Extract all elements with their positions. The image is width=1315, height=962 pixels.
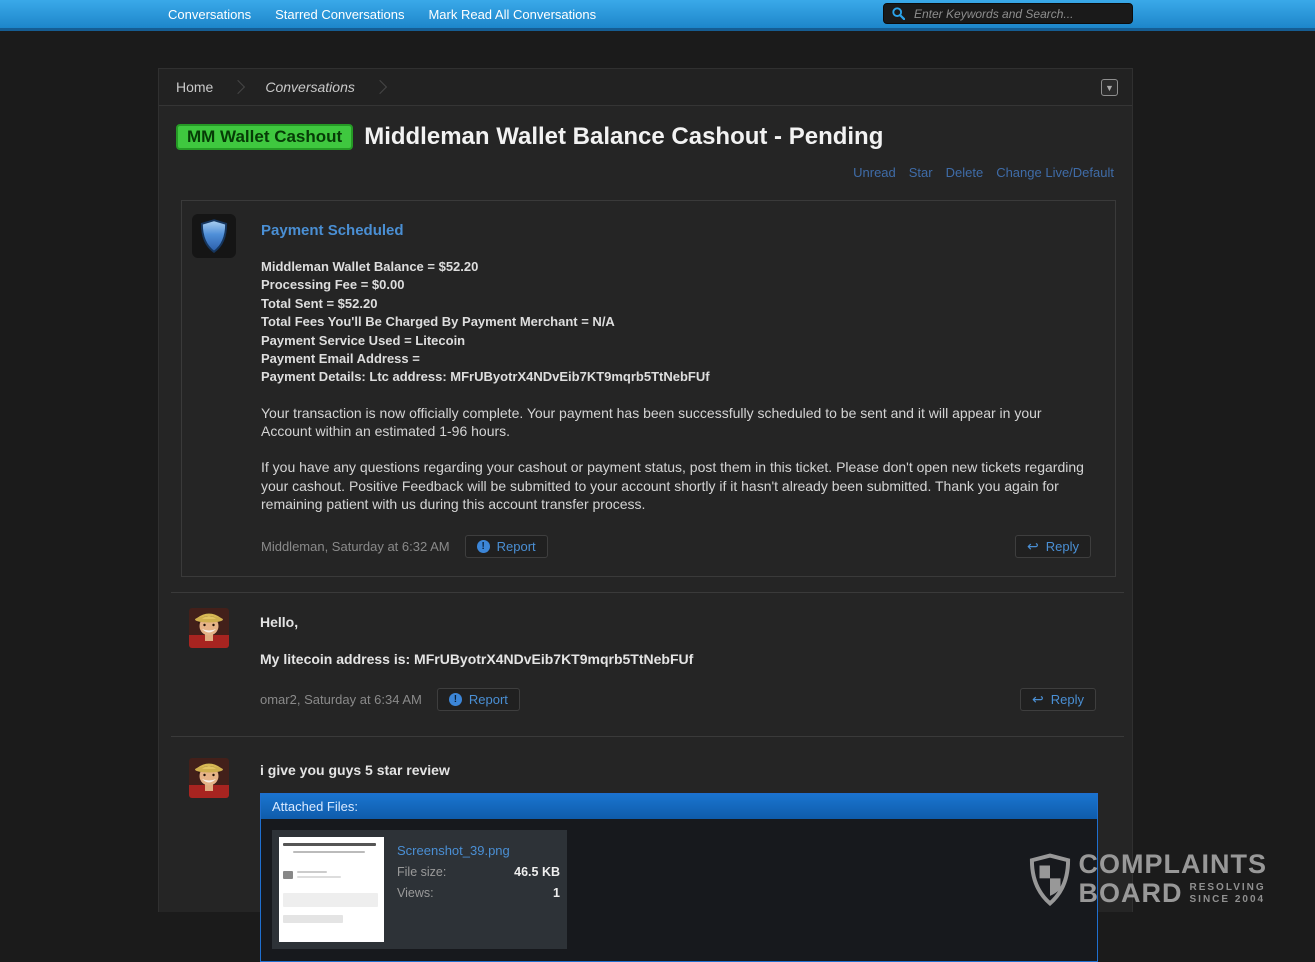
message-footer: Middleman, Saturday at 6:32 AM ! Report … [261,535,1093,558]
message-meta: omar2, Saturday at 6:34 AM [260,692,422,707]
report-info-icon: ! [449,693,462,706]
payment-details: Middleman Wallet Balance = $52.20 Proces… [261,258,1093,387]
shield-icon [199,219,229,253]
message-paragraph: Your transaction is now officially compl… [261,404,1093,441]
action-unread[interactable]: Unread [853,165,896,180]
report-info-icon: ! [477,540,490,553]
action-delete[interactable]: Delete [946,165,984,180]
avatar-omar2[interactable] [189,758,229,798]
avatar-omar2[interactable] [189,608,229,648]
search-input[interactable] [912,6,1124,22]
thread-title-row: MM Wallet Cashout Middleman Wallet Balan… [176,123,1132,151]
chevron-right-icon [373,80,387,94]
reply-button[interactable]: ↩ Reply [1015,535,1091,558]
action-star[interactable]: Star [909,165,933,180]
avatar-middleman[interactable] [192,214,236,258]
reply-arrow-icon: ↩ [1027,539,1039,553]
nav-item-mark-read-all[interactable]: Mark Read All Conversations [428,7,596,22]
payment-line: Total Sent = $52.20 [261,295,1093,313]
top-nav-bar: Conversations Starred Conversations Mark… [0,0,1315,31]
nav-item-conversations[interactable]: Conversations [168,7,251,22]
attachment-thumbnail[interactable] [279,837,384,942]
filesize-label: File size: [397,865,446,879]
attachment-filesize-row: File size: 46.5 KB [397,865,560,879]
message-meta: Middleman, Saturday at 6:32 AM [261,539,450,554]
message-footer: omar2, Saturday at 6:34 AM ! Report ↩ Re… [260,688,1098,711]
report-button[interactable]: ! Report [465,535,548,558]
anime-avatar-icon [189,608,229,648]
report-label: Report [469,692,508,707]
message-body: i give you guys 5 star review Attached F… [260,758,1098,962]
thread-actions: Unread Star Delete Change Live/Default [159,165,1114,180]
report-label: Report [497,539,536,554]
message-line: i give you guys 5 star review [260,762,1098,778]
attached-files-header: Attached Files: [261,794,1097,819]
message-body: Hello, My litecoin address is: MFrUByotr… [260,608,1098,721]
breadcrumb-home[interactable]: Home [176,79,213,95]
attachment-details: Screenshot_39.png File size: 46.5 KB Vie… [397,837,560,942]
attached-files-body: Screenshot_39.png File size: 46.5 KB Vie… [261,819,1097,961]
report-button[interactable]: ! Report [437,688,520,711]
thread-prefix-badge[interactable]: MM Wallet Cashout [176,124,353,150]
message-line: Hello, [260,614,1098,630]
payment-line: Processing Fee = $0.00 [261,276,1093,294]
payment-line: Payment Service Used = Litecoin [261,332,1093,350]
message-paragraph: If you have any questions regarding your… [261,458,1093,514]
main-container: Home Conversations ▼ MM Wallet Cashout M… [158,68,1133,912]
reply-arrow-icon: ↩ [1032,692,1044,706]
breadcrumb-conversations[interactable]: Conversations [265,79,355,95]
message-body: Payment Scheduled Middleman Wallet Balan… [261,212,1093,558]
attachment-views-row: Views: 1 [397,886,560,900]
watermark-tagline-2: SINCE 2004 [1190,894,1266,905]
views-label: Views: [397,886,434,900]
chevron-right-icon [231,80,245,94]
message-omar2-review: i give you guys 5 star review Attached F… [159,737,1132,962]
reply-button[interactable]: ↩ Reply [1020,688,1096,711]
message-middleman: Payment Scheduled Middleman Wallet Balan… [181,200,1116,577]
breadcrumb: Home Conversations ▼ [159,69,1132,106]
payment-status-heading: Payment Scheduled [261,222,1093,239]
views-value: 1 [553,886,560,900]
quick-navigation-icon[interactable]: ▼ [1101,79,1118,96]
anime-avatar-icon [189,758,229,798]
payment-line: Payment Email Address = [261,350,1093,368]
payment-line: Middleman Wallet Balance = $52.20 [261,258,1093,276]
watermark-tagline-1: RESOLVING [1190,882,1266,893]
attachment-card: Screenshot_39.png File size: 46.5 KB Vie… [272,830,567,949]
action-change-live-default[interactable]: Change Live/Default [996,165,1114,180]
search-icon[interactable] [892,7,905,20]
filesize-value: 46.5 KB [514,865,560,879]
thread-title: Middleman Wallet Balance Cashout - Pendi… [364,123,883,151]
message-omar2: Hello, My litecoin address is: MFrUByotr… [159,593,1132,721]
attachment-file-link[interactable]: Screenshot_39.png [397,843,560,858]
nav-links: Conversations Starred Conversations Mark… [168,7,596,22]
payment-line: Total Fees You'll Be Charged By Payment … [261,313,1093,331]
reply-label: Reply [1051,692,1084,707]
payment-line: Payment Details: Ltc address: MFrUByotrX… [261,368,1093,386]
attached-files-panel: Attached Files: Screen [260,793,1098,962]
watermark-tagline: RESOLVING SINCE 2004 [1190,882,1266,906]
nav-item-starred-conversations[interactable]: Starred Conversations [275,7,404,22]
message-line: My litecoin address is: MFrUByotrX4NDvEi… [260,651,1098,667]
search-box[interactable] [883,3,1133,24]
reply-label: Reply [1046,539,1079,554]
